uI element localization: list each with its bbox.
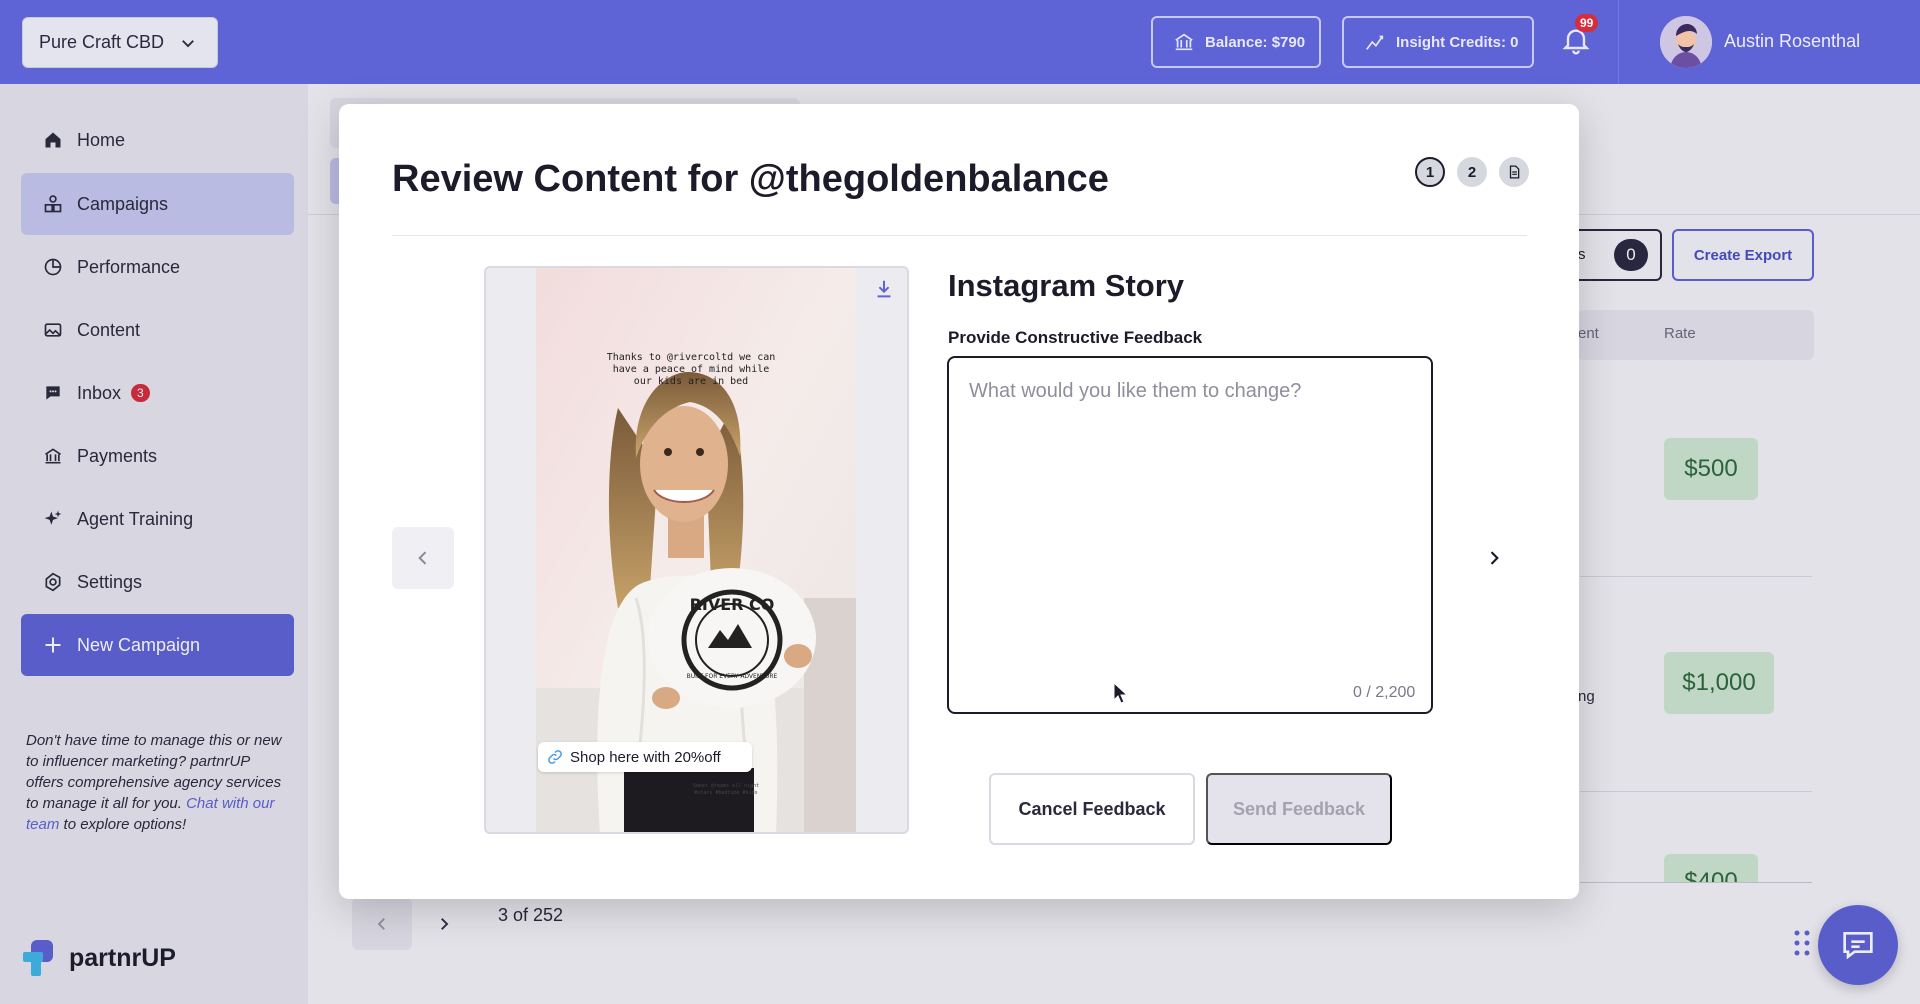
bank-icon [1175,33,1193,51]
pillow-tagline-text: BUILT FOR EVERY ADVENTURE [687,673,778,680]
insight-chart-icon [1366,35,1384,50]
step-2[interactable]: 2 [1457,157,1487,187]
feedback-label: Provide Constructive Feedback [948,328,1203,347]
cancel-feedback-button[interactable]: Cancel Feedback [989,773,1195,845]
org-name: Pure Craft CBD [39,32,165,52]
content-type-heading: Instagram Story [948,268,1185,303]
next-content-button[interactable] [1463,527,1525,589]
previous-content-button[interactable] [392,527,454,589]
chevron-right-icon [1490,551,1499,565]
insight-credits-button[interactable]: Insight Credits: 0 [1342,16,1534,68]
top-bar: Pure Craft CBD Balance: $790 Insight Cre… [0,0,1920,84]
chevron-left-icon [418,551,427,565]
link-icon [548,750,562,764]
title-divider [392,235,1527,236]
avatar[interactable] [1660,16,1712,68]
user-name: Austin Rosenthal [1724,31,1861,51]
mouse-cursor-icon [1113,682,1129,704]
document-icon [1509,165,1520,179]
review-content-modal: Review Content for @thegoldenbalance 1 2 [339,104,1579,899]
modal-title: Review Content for @thegoldenbalance [392,158,1109,200]
org-selector[interactable]: Pure Craft CBD [22,17,218,68]
content-preview: RIVER CO BUILT FOR EVERY ADVENTURE Thank… [484,266,909,834]
feedback-input[interactable] [947,356,1433,714]
pillow-brand-text: RIVER CO [690,595,775,614]
download-icon[interactable] [873,278,895,300]
notification-badge: 99 [1575,14,1599,32]
story-caption: Thanks to @rivercoltd we can have a peac… [606,352,776,387]
step-document[interactable] [1499,157,1529,187]
send-feedback-button[interactable]: Send Feedback [1206,773,1392,845]
insight-label: Insight Credits: 0 [1396,33,1519,51]
user-avatar-illustration [1660,16,1712,68]
story-fine-print: Sweet dreams all night #stars #bedtime #… [692,783,760,796]
top-divider [1618,0,1619,84]
shop-link-sticker[interactable]: Shop here with 20%off [538,742,752,772]
balance-label: Balance: $790 [1205,33,1306,51]
step-indicator: 1 2 [1415,157,1529,187]
chevron-down-icon [182,40,194,48]
step-1[interactable]: 1 [1415,157,1445,187]
shop-sticker-text: Shop here with 20%off [570,748,721,766]
balance-button[interactable]: Balance: $790 [1151,16,1321,68]
character-count: 0 / 2,200 [1353,684,1416,701]
